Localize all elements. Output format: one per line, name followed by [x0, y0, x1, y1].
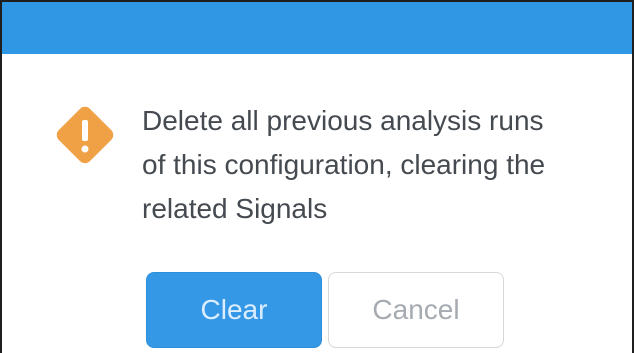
confirm-dialog: Delete all previous analysis runs of thi…: [0, 0, 634, 353]
dialog-header: [2, 2, 632, 54]
dialog-message: Delete all previous analysis runs of thi…: [142, 105, 546, 224]
dialog-actions: Clear Cancel: [146, 272, 504, 348]
cancel-button[interactable]: Cancel: [328, 272, 504, 348]
page: Delete all previous analysis runs of thi…: [0, 0, 640, 353]
clear-button[interactable]: Clear: [146, 272, 322, 348]
warning-icon: [50, 100, 120, 170]
